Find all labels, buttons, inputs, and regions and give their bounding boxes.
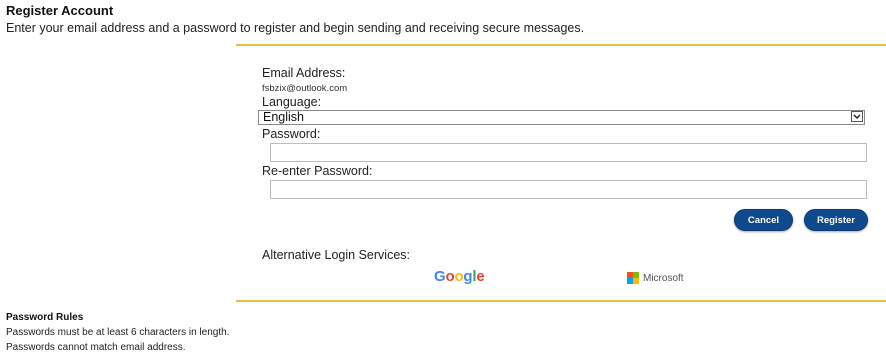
google-letter: G <box>434 268 446 285</box>
microsoft-login-button[interactable]: Microsoft <box>627 272 684 284</box>
page-title: Register Account <box>6 3 114 18</box>
bottom-divider <box>236 300 886 302</box>
language-label: Language: <box>262 95 322 109</box>
password-rule: Passwords must be at least 6 characters … <box>6 327 230 338</box>
register-button[interactable]: Register <box>804 209 868 231</box>
google-letter: e <box>476 268 485 285</box>
password-rules-title: Password Rules <box>6 312 84 323</box>
password-rule: Passwords cannot match email address. <box>6 342 186 353</box>
reenter-password-label: Re-enter Password: <box>262 164 373 178</box>
google-login-button[interactable]: Google <box>434 268 485 285</box>
email-value: fsbzix@outlook.com <box>262 83 348 94</box>
reenter-password-input[interactable] <box>270 180 867 199</box>
alt-login-label: Alternative Login Services: <box>262 248 410 262</box>
email-label: Email Address: <box>262 66 346 80</box>
password-input[interactable] <box>270 143 867 162</box>
microsoft-label: Microsoft <box>643 272 684 284</box>
top-divider <box>236 44 886 46</box>
cancel-button[interactable]: Cancel <box>734 209 793 231</box>
language-select[interactable]: English <box>258 110 865 125</box>
microsoft-logo-icon <box>627 272 639 284</box>
chevron-down-icon[interactable] <box>851 111 863 122</box>
language-selected-value: English <box>263 110 304 124</box>
page-intro: Enter your email address and a password … <box>6 21 585 35</box>
password-label: Password: <box>262 127 321 141</box>
